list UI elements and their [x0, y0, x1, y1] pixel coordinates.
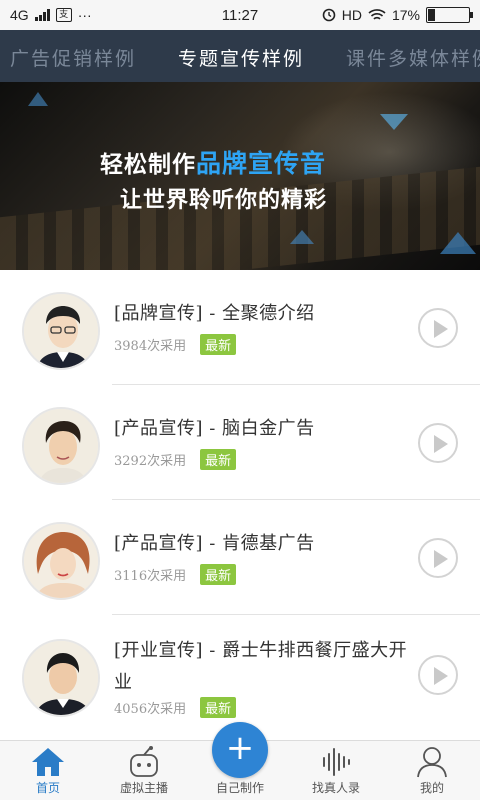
item-title: [开业宣传] - 爵士牛排西餐厅盛大开业	[114, 640, 408, 693]
tab-feature-publicity[interactable]: 专题宣传样例	[178, 44, 304, 71]
category-tabs: 广告促销样例 专题宣传样例 课件多媒体样例	[0, 30, 480, 82]
banner-headline-highlight: 品牌宣传音	[196, 149, 327, 178]
nav-find-voice-actor[interactable]: 找真人录	[288, 741, 384, 800]
wifi-icon	[368, 9, 386, 20]
create-button[interactable]: +	[212, 722, 268, 778]
list-item[interactable]: [品牌宣传] - 全聚德介绍 3984次采用 最新	[0, 270, 480, 385]
item-title: [产品宣传] - 肯德基广告	[114, 533, 315, 554]
hd-indicator: HD	[341, 7, 362, 23]
play-button[interactable]	[418, 538, 458, 578]
new-badge: 最新	[200, 449, 237, 470]
play-button[interactable]	[418, 423, 458, 463]
battery-fill	[428, 9, 435, 21]
nav-home[interactable]: 首页	[0, 741, 96, 800]
status-left: 4G 支 ···	[10, 7, 190, 23]
banner-headline: 轻松制作品牌宣传音	[100, 144, 326, 180]
list-item[interactable]: [产品宣传] - 肯德基广告 3116次采用 最新	[0, 500, 480, 615]
usage-count: 3116次采用	[114, 569, 187, 584]
new-badge: 最新	[200, 334, 237, 355]
play-button[interactable]	[418, 308, 458, 348]
status-right: HD 17%	[290, 7, 473, 23]
battery-icon	[426, 7, 473, 23]
item-meta: 3984次采用 最新	[114, 334, 237, 355]
play-button[interactable]	[418, 655, 458, 695]
app-notification-icon: 支	[55, 8, 72, 22]
usage-count: 4056次采用	[114, 702, 187, 717]
status-time: 11:27	[221, 6, 259, 24]
item-meta: 3116次采用 最新	[114, 564, 237, 585]
nav-mine[interactable]: 我的	[384, 741, 480, 800]
more-notifications-icon: ···	[77, 7, 92, 23]
item-title: [品牌宣传] - 全聚德介绍	[114, 303, 315, 324]
signal-icon	[34, 9, 50, 21]
robot-icon	[130, 746, 158, 777]
nav-label: 虚拟主播	[119, 781, 168, 795]
woman-avatar	[22, 522, 100, 600]
decor-triangle	[380, 114, 408, 130]
usage-count: 3292次采用	[114, 454, 187, 469]
voice-wave-icon	[323, 748, 350, 776]
alarm-icon	[322, 8, 336, 22]
battery-percent: 17%	[391, 7, 420, 23]
list-item[interactable]: [产品宣传] - 脑白金广告 3292次采用 最新	[0, 385, 480, 500]
new-badge: 最新	[200, 564, 237, 585]
status-bar: 4G 支 ··· 11:27 HD 17%	[0, 0, 480, 30]
banner-headline-prefix: 轻松制作	[100, 152, 196, 178]
promo-banner[interactable]: 轻松制作品牌宣传音 让世界聆听你的精彩	[0, 82, 480, 270]
tab-courseware[interactable]: 课件多媒体样例	[346, 44, 480, 71]
usage-count: 3984次采用	[114, 339, 187, 354]
decor-triangle	[290, 230, 314, 244]
young-man-avatar	[22, 407, 100, 485]
item-meta: 4056次采用 最新	[114, 697, 237, 718]
banner-subheadline: 让世界聆听你的精彩	[120, 188, 328, 213]
item-title: [产品宣传] - 脑白金广告	[114, 418, 315, 439]
item-meta: 3292次采用 最新	[114, 449, 237, 470]
tab-promotion[interactable]: 广告促销样例	[10, 44, 136, 71]
nav-label: 找真人录	[311, 781, 360, 795]
man-glasses-avatar	[22, 292, 100, 370]
nav-label: 首页	[35, 781, 60, 795]
user-icon	[417, 747, 447, 778]
nav-label: 我的	[419, 781, 444, 795]
home-icon	[32, 748, 64, 776]
network-type: 4G	[10, 7, 29, 23]
decor-triangle	[28, 92, 48, 106]
decor-triangle	[440, 232, 476, 254]
nav-label: 自己制作	[215, 781, 264, 795]
nav-virtual-host[interactable]: 虚拟主播	[96, 741, 192, 800]
man-suit-avatar	[22, 639, 100, 717]
new-badge: 最新	[200, 697, 237, 718]
